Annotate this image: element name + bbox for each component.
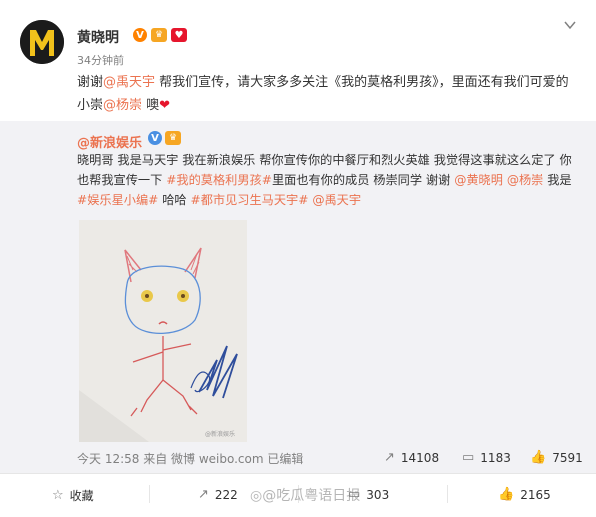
hashtag-link[interactable]: #我的莫格利男孩# [166, 173, 272, 187]
repost-image[interactable]: @新浪娱乐 [79, 220, 247, 442]
verified-blue-icon: V [148, 131, 162, 145]
author-name[interactable]: 黄晓明 [77, 27, 119, 47]
watermark-text: @吃瓜粤语日报 [262, 488, 361, 504]
vip-crown-icon: ♛ [151, 28, 167, 42]
repost-text-2: 里面也有你的成员 杨崇同学 谢谢 [271, 173, 455, 187]
hashtag-link[interactable]: #都市见习生马天宇# [191, 193, 309, 207]
repost-text: 晓明哥 我是马天宇 我在新浪娱乐 帮你宣传你的中餐厅和烈火英雄 我觉得这事就这么… [77, 150, 577, 210]
star-icon: ☆ [52, 488, 64, 503]
repost-share-button[interactable]: ↗ 14108 [384, 450, 439, 465]
divider [0, 473, 596, 474]
post-text: 谢谢@禹天宇 帮我们宣传，请大家多多关注《我的莫格利男孩》，里面还有我们可爱的小… [77, 71, 577, 117]
like-button[interactable]: 👍 2165 [498, 487, 551, 502]
repost-share-count: 14108 [400, 450, 440, 465]
weibo-logo-icon: ◎ [250, 488, 263, 504]
author-badges: V ♛ ♥ [133, 28, 187, 44]
avatar-image [20, 20, 64, 64]
repost-author-badges: V ♛ [148, 131, 181, 145]
mention-link[interactable]: @禹天宇 [103, 75, 155, 90]
repost-author-name[interactable]: @新浪娱乐 [77, 132, 142, 151]
divider [447, 485, 448, 503]
share-icon: ↗ [198, 487, 209, 502]
like-count: 2165 [520, 487, 551, 502]
repost-text-4: 哈哈 [158, 193, 191, 207]
heart-badge-icon: ♥ [171, 28, 187, 42]
repost-comment-count: 1183 [480, 450, 511, 465]
share-icon: ↗ [384, 450, 395, 465]
favorite-label: 收藏 [69, 489, 94, 503]
mention-link[interactable]: @杨崇 [507, 173, 544, 187]
chevron-down-icon[interactable] [563, 18, 577, 32]
repost-text-3: 我是 [543, 173, 572, 187]
share-button[interactable]: ↗ 222 [198, 487, 238, 502]
repost-comment-button[interactable]: ▭ 1183 [462, 450, 511, 465]
repost-like-count: 7591 [552, 450, 583, 465]
mention-link[interactable]: @黄晓明 [454, 173, 503, 187]
favorite-button[interactable]: ☆ 收藏 [52, 487, 94, 504]
comment-count: 303 [366, 487, 390, 502]
image-watermark-text: @新浪娱乐 [205, 430, 235, 438]
hashtag-link[interactable]: #娱乐星小编# [77, 193, 158, 207]
vip-crown-icon: ♛ [165, 131, 181, 145]
overlay-watermark: ◎@吃瓜粤语日报 [250, 485, 360, 505]
heart-emoji-icon: ❤ [159, 98, 171, 113]
thumbs-up-icon: 👍 [498, 487, 515, 502]
divider [149, 485, 150, 503]
post-text-end: 噢 [142, 98, 160, 113]
verified-icon: V [133, 28, 147, 42]
repost-like-button[interactable]: 👍 7591 [530, 450, 583, 465]
comment-icon: ▭ [462, 450, 475, 465]
thumbs-up-icon: 👍 [530, 450, 547, 465]
mention-link[interactable]: @禹天宇 [312, 193, 361, 207]
post-time[interactable]: 34分钟前 [77, 52, 124, 68]
post-text-pre: 谢谢 [77, 75, 104, 90]
avatar[interactable] [20, 20, 64, 64]
mention-link[interactable]: @杨崇 [103, 98, 142, 113]
child-drawing-image: @新浪娱乐 [79, 220, 247, 442]
repost-meta: 今天 12:58 来自 微博 weibo.com 已编辑 [77, 452, 304, 466]
share-count: 222 [214, 487, 238, 502]
